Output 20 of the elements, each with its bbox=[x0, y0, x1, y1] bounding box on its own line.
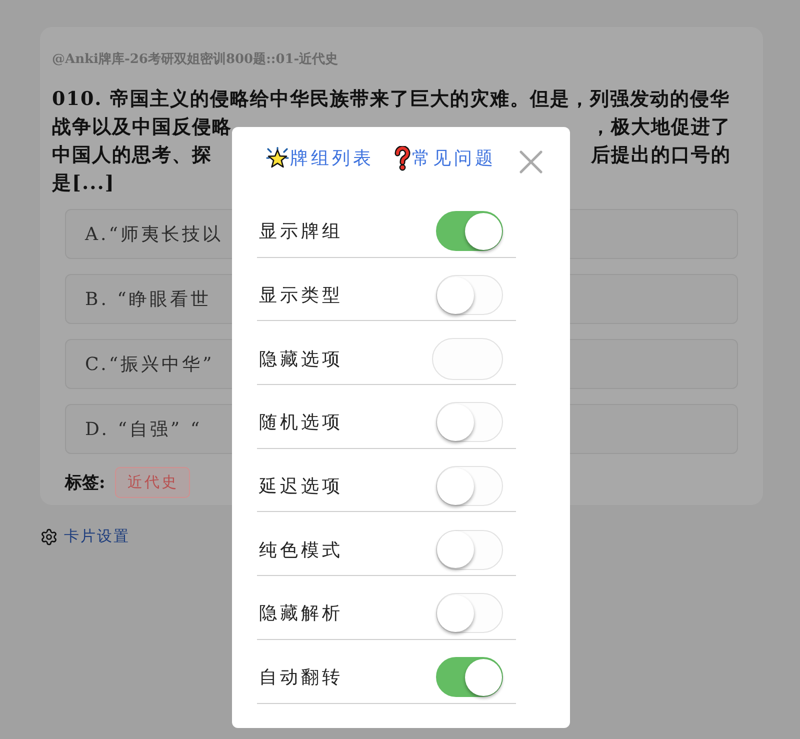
setting-label: 显示牌组 bbox=[259, 220, 343, 244]
option-text: C.“振兴中华” bbox=[85, 353, 214, 376]
setting-label: 随机选项 bbox=[259, 411, 343, 434]
deck-path: @Anki牌库-26考研双姐密训800题::01-近代史 bbox=[52, 51, 340, 69]
question-text: 是[...] bbox=[52, 171, 115, 196]
setting-label: 自动翻转 bbox=[259, 666, 343, 690]
setting-label: 显示类型 bbox=[259, 284, 343, 308]
question-text: 后提出的口号的 bbox=[591, 143, 731, 168]
setting-label: 纯色模式 bbox=[259, 538, 343, 562]
question-text: 战争以及中国反侵略 bbox=[52, 115, 232, 140]
tags-label: 标签: bbox=[65, 472, 106, 494]
question-text: ，极大地促进了 bbox=[591, 115, 731, 140]
question-text: 中国人的思考、探 bbox=[52, 143, 212, 168]
setting-label: 隐藏选项 bbox=[259, 348, 343, 371]
setting-label: 延迟选项 bbox=[259, 475, 343, 498]
option-text: B. “睁眼看世 bbox=[85, 288, 211, 311]
question-text: 010. 帝国主义的侵略给中华民族带来了巨大的灾难。但是，列强发动的侵华 bbox=[52, 87, 730, 112]
setting-label: 隐藏解析 bbox=[259, 602, 343, 626]
option-text: D. “自强” “ bbox=[85, 418, 202, 441]
option-text: A.“师夷长技以 bbox=[85, 223, 223, 246]
